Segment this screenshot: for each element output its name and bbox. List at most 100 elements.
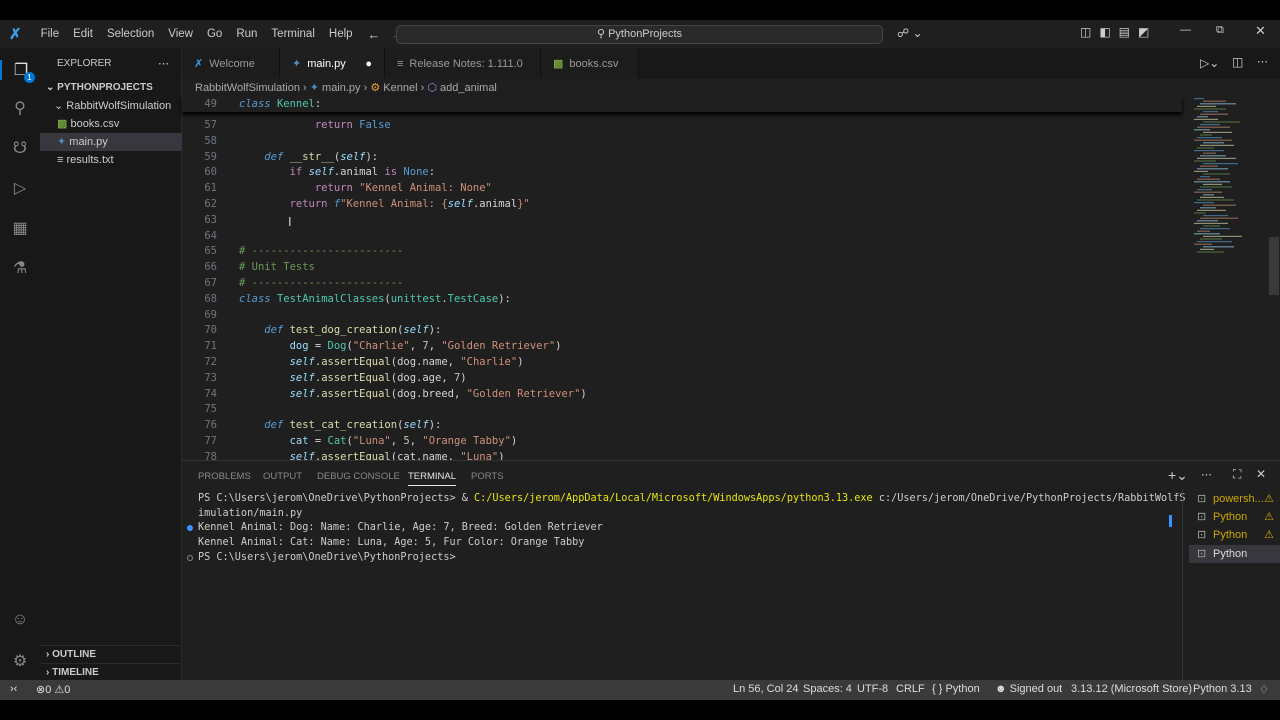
terminal-prompt[interactable]: PS C:\Users\jerom\OneDrive\PythonProject… — [198, 552, 456, 563]
code-line[interactable]: 73 self.assertEqual(dog.age, 7) — [182, 370, 1182, 386]
code-line[interactable]: 60 if self.animal is None: — [182, 164, 1182, 180]
restore-button[interactable]: ⧉ — [1216, 24, 1224, 37]
outline-section[interactable]: › OUTLINE — [40, 645, 182, 663]
tab-problems[interactable]: PROBLEMS — [198, 471, 251, 482]
menu-view[interactable]: View — [161, 28, 200, 40]
back-arrow-icon[interactable]: ← — [368, 27, 381, 42]
more-actions-icon[interactable]: ⋯ — [158, 55, 178, 73]
terminal-instance-active[interactable]: ⊡ Python — [1189, 545, 1280, 563]
minimize-button[interactable]: — — [1180, 24, 1191, 36]
code-line[interactable]: 78 self.assertEqual(cat.name, "Luna") — [182, 449, 1182, 460]
file-books-csv[interactable]: ▩ books.csv — [40, 115, 182, 133]
tab-main-py[interactable]: ✦ main.py ● — [280, 48, 385, 79]
code-line[interactable]: 65 # ------------------------ — [182, 243, 1182, 259]
code-line[interactable]: 57 return False — [182, 117, 1182, 133]
tab-books-csv[interactable]: ▩ books.csv — [541, 48, 639, 79]
terminal-instance[interactable]: ⊡ powersh... ⚠ — [1189, 490, 1280, 508]
unsaved-dot-icon[interactable]: ● — [365, 58, 372, 70]
workspace-root[interactable]: ⌄ PYTHONPROJECTS — [40, 79, 182, 97]
search-icon[interactable]: ⚲ — [10, 98, 30, 118]
command-decoration-icon[interactable] — [187, 555, 193, 561]
menu-terminal[interactable]: Terminal — [264, 28, 321, 40]
cursor-position[interactable]: Ln 56, Col 24 — [733, 683, 798, 695]
copilot-icon[interactable]: ☍ ⌄ — [897, 26, 923, 40]
tab-terminal[interactable]: TERMINAL — [408, 471, 457, 486]
code-line[interactable]: 72 self.assertEqual(dog.name, "Charlie") — [182, 354, 1182, 370]
more-actions-icon[interactable]: ⋯ — [1257, 55, 1268, 68]
code-line[interactable]: 58 — [182, 133, 1182, 149]
code-editor[interactable]: 57 return False 58 59 def __str__(self): 60… — [182, 96, 1280, 460]
new-terminal-icon[interactable]: +⌄ — [1168, 467, 1188, 484]
split-editor-icon[interactable]: ◫ — [1232, 55, 1243, 69]
terminal-instance[interactable]: ⊡ Python ⚠ — [1189, 508, 1280, 526]
python-version[interactable]: Python 3.13 — [1193, 683, 1252, 695]
settings-gear-icon[interactable]: ⚙ — [10, 651, 30, 671]
menu-edit[interactable]: Edit — [66, 28, 100, 40]
layout-icons[interactable]: ◫◧▤◩ — [1080, 25, 1157, 39]
run-debug-icon[interactable]: ▷ — [10, 178, 30, 198]
menu-go[interactable]: Go — [200, 28, 229, 40]
menu-selection[interactable]: Selection — [100, 28, 161, 40]
tab-debug-console[interactable]: DEBUG CONSOLE — [317, 471, 400, 482]
language-mode[interactable]: { } Python — [932, 683, 980, 695]
end-of-line[interactable]: CRLF — [896, 683, 925, 695]
source-control-icon[interactable]: ☋ — [10, 138, 30, 158]
folder-rabbitwolfsimulation[interactable]: ⌄ RabbitWolfSimulation — [40, 97, 182, 115]
code-line[interactable]: 49 class Kennel: — [182, 96, 1182, 112]
menu-run[interactable]: Run — [229, 28, 264, 40]
run-python-button[interactable]: ▷⌄ — [1200, 56, 1219, 70]
minimap[interactable] — [1190, 96, 1250, 266]
code-line[interactable]: 63 — [182, 212, 1182, 228]
indentation[interactable]: Spaces: 4 — [803, 683, 852, 695]
menu-file[interactable]: File — [34, 28, 67, 40]
remote-icon[interactable]: ›‹ — [10, 683, 17, 695]
editor-scrollbar[interactable] — [1269, 237, 1279, 295]
code-line[interactable]: 70 def test_dog_creation(self): — [182, 322, 1182, 338]
command-decoration-icon[interactable] — [187, 525, 193, 531]
notifications-bell-icon[interactable]: ♢ — [1259, 683, 1269, 696]
tab-release-notes[interactable]: ≡ Release Notes: 1.111.0 — [385, 48, 541, 79]
sticky-scroll-header[interactable]: 49 class Kennel: — [182, 96, 1182, 112]
explorer-icon[interactable]: ❐ 1 — [0, 60, 40, 83]
code-line[interactable]: 66 # Unit Tests — [182, 259, 1182, 275]
code-line[interactable]: 75 — [182, 401, 1182, 417]
code-line[interactable]: 71 dog = Dog("Charlie", 7, "Golden Retri… — [182, 338, 1182, 354]
timeline-section[interactable]: › TIMELINE — [40, 663, 182, 681]
workspace-root-label: PYTHONPROJECTS — [57, 82, 153, 93]
code-line[interactable]: 62 return f"Kennel Animal: {self.animal}… — [182, 196, 1182, 212]
encoding[interactable]: UTF-8 — [857, 683, 888, 695]
close-panel-icon[interactable]: ✕ — [1256, 467, 1266, 481]
menu-help[interactable]: Help — [322, 28, 360, 40]
command-center-search[interactable]: ⚲ PythonProjects — [396, 25, 883, 44]
file-results-txt[interactable]: ≡ results.txt — [40, 151, 182, 169]
python-interpreter[interactable]: 3.13.12 (Microsoft Store) — [1071, 683, 1192, 695]
line-number: 78 — [204, 450, 217, 460]
file-main-py[interactable]: ✦ main.py — [40, 133, 182, 151]
extensions-icon[interactable]: ▦ — [10, 218, 30, 238]
breadcrumb-method[interactable]: add_animal — [440, 82, 497, 94]
code-line[interactable]: 74 self.assertEqual(dog.breed, "Golden R… — [182, 386, 1182, 402]
problems-indicator[interactable]: ⊗0 ⚠0 — [36, 683, 70, 696]
code-line[interactable]: 77 cat = Cat("Luna", 5, "Orange Tabby") — [182, 433, 1182, 449]
code-line[interactable]: 61 return "Kennel Animal: None" — [182, 180, 1182, 196]
code-line[interactable]: 59 def __str__(self): — [182, 149, 1182, 165]
code-line[interactable]: 67 # ------------------------ — [182, 275, 1182, 291]
terminal-instance[interactable]: ⊡ Python ⚠ — [1189, 526, 1280, 544]
breadcrumb-folder[interactable]: RabbitWolfSimulation — [195, 82, 300, 94]
close-window-button[interactable]: ✕ — [1255, 23, 1266, 39]
tab-ports[interactable]: PORTS — [471, 471, 504, 482]
more-actions-icon[interactable]: ⋯ — [1201, 468, 1212, 481]
code-line[interactable]: 76 def test_cat_creation(self): — [182, 417, 1182, 433]
code-line[interactable]: 64 — [182, 228, 1182, 244]
code-line[interactable]: 69 — [182, 307, 1182, 323]
maximize-panel-icon[interactable]: ⛶ — [1233, 467, 1241, 482]
breadcrumb-class[interactable]: Kennel — [383, 82, 417, 94]
copilot-status[interactable]: ☻ Signed out — [995, 683, 1062, 695]
testing-icon[interactable]: ⚗ — [10, 258, 30, 278]
tab-output[interactable]: OUTPUT — [263, 471, 302, 482]
tab-welcome[interactable]: ✗ Welcome — [182, 48, 280, 79]
account-icon[interactable]: ☺ — [10, 611, 30, 631]
breadcrumb-file[interactable]: main.py — [322, 82, 361, 94]
code-line[interactable]: 68 class TestAnimalClasses(unittest.TestC… — [182, 291, 1182, 307]
terminal-scrollbar[interactable] — [1169, 515, 1172, 527]
